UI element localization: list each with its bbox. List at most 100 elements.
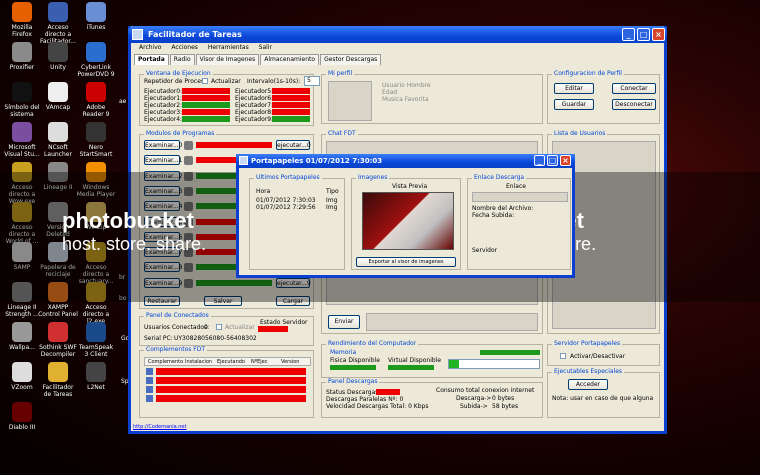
desktop-icon[interactable]: Acceso directo a Facilitador... — [38, 2, 78, 45]
desktop-icon[interactable]: VAmcap — [38, 82, 78, 111]
memoria-label: Memoria — [330, 349, 357, 356]
plugins-column-header[interactable]: Instalacion — [185, 359, 212, 365]
enlace-field[interactable] — [472, 192, 568, 202]
app-icon — [132, 29, 143, 40]
virtual-label: Virtual Disponible — [388, 357, 442, 364]
desktop-icon-label: L2Net — [87, 384, 105, 391]
desktop-icon-label: iTunes — [86, 24, 106, 31]
plugins-column-header[interactable]: NºEjec — [251, 359, 267, 365]
plugin-icon — [146, 395, 153, 402]
plugins-column-header[interactable]: Complemento — [148, 359, 183, 365]
menu-archivo[interactable]: Archivo — [139, 44, 161, 51]
tab-portada[interactable]: Portada — [134, 54, 169, 65]
desktop-partial-label[interactable]: ae — [119, 98, 126, 105]
desktop-icon-label: NCsoft Launcher — [44, 144, 72, 158]
exportar-button[interactable]: Exportar al visor de imagenes — [356, 257, 456, 267]
desktop-icon[interactable]: Nero StartSmart — [76, 122, 116, 158]
desktop-icon-graphic — [12, 2, 32, 22]
serial-value: UY30828056080-56408302 — [174, 335, 257, 342]
desconectar-button[interactable]: Desconectar — [612, 99, 656, 110]
desktop-icon[interactable]: iTunes — [76, 2, 116, 31]
desktop-icon[interactable]: CyberLink PowerDVD 9 — [76, 42, 116, 78]
exec-panel-title: Ventana de Ejecucion — [144, 70, 213, 77]
maximize-button[interactable]: □ — [637, 28, 650, 41]
vista-previa-label: Vista Previa — [392, 183, 428, 190]
plugin-row-bar — [156, 386, 306, 393]
enviar-button[interactable]: Enviar — [328, 315, 360, 329]
history-hora[interactable]: 01/07/2012 7:29:56 — [256, 204, 316, 211]
tab-radio[interactable]: Radio — [169, 54, 195, 65]
desktop-icon[interactable]: Wallpa... — [2, 322, 42, 351]
editar-button[interactable]: Editar — [554, 83, 594, 94]
module-status — [196, 142, 272, 148]
activar-checkbox[interactable] — [560, 353, 566, 359]
watermark-logo-text: photobucket — [62, 208, 194, 233]
actualizar-conectados-checkbox[interactable] — [216, 324, 222, 330]
desktop-icon-graphic — [86, 122, 106, 142]
desktop-icon[interactable]: Símbolo del sistema — [2, 82, 42, 118]
desktop-icon-label: Lineage II Strength ... — [5, 304, 39, 318]
window-titlebar[interactable]: Facilitador de Tareas _ □ × — [128, 26, 667, 43]
desktop-icon[interactable]: Sothink SWF Decompiler — [38, 322, 78, 358]
desktop-icon[interactable]: Microsoft Visual Stu... — [2, 122, 42, 158]
desktop-icon-label: Proxifier — [9, 64, 35, 71]
desktop-icon-graphic — [48, 122, 68, 142]
performance-title: Rendimiento del Computador — [326, 340, 419, 347]
desktop-icon-graphic — [86, 82, 106, 102]
actualizar-checkbox[interactable] — [202, 78, 208, 84]
velocidad-label: Velocidad Descargas Total: 0 Kbps — [326, 403, 429, 410]
desktop-icon[interactable]: Mozilla Firefox — [2, 2, 42, 38]
acceder-button[interactable]: Acceder — [568, 379, 608, 390]
menu-acciones[interactable]: Acciones — [171, 44, 198, 51]
module-icon — [184, 156, 193, 166]
intervalo-input[interactable]: 5 — [304, 76, 320, 86]
desktop-icon[interactable]: VZoom — [2, 362, 42, 391]
minimize-button[interactable]: _ — [622, 28, 635, 41]
images-title: Imagenes — [356, 174, 390, 181]
guardar-button[interactable]: Guardar — [554, 99, 594, 110]
ejecutador-status — [182, 116, 230, 122]
close-button[interactable]: × — [652, 28, 665, 41]
consumo-label: Consumo total conexion internet — [436, 387, 535, 394]
plugins-panel: Complementos FDT Complemento Instalacion E… — [139, 346, 314, 418]
chat-input[interactable] — [366, 313, 538, 331]
tab-visor-imagenes[interactable]: Visor de Imagenes — [195, 54, 260, 65]
ejecutador-label: Ejecutador0: — [144, 88, 183, 95]
servidor-label: Servidor — [472, 247, 498, 254]
desktop-icon[interactable]: L2Net — [76, 362, 116, 391]
edad-label: Edad — [382, 89, 398, 96]
ejecutador-label: Ejecutador1: — [144, 95, 183, 102]
plugins-column-header[interactable]: Ejecutando — [217, 359, 245, 365]
plugins-column-header[interactable]: Version — [281, 359, 299, 365]
actualizar-label: Actualizar — [211, 78, 241, 85]
ejecutador-label: Ejecutador2: — [144, 102, 183, 109]
examinar-button[interactable]: Examinar...1 — [144, 155, 182, 166]
tab-almacenamiento[interactable]: Almacenamiento — [260, 54, 320, 65]
clipboard-popup: Portapapeles 01/07/2012 7:30:03 _ □ × Ul… — [236, 154, 575, 278]
clipboard-server-title: Servidor Portapapeles — [552, 340, 623, 347]
ejecutar-0-button[interactable]: ejecutar...0 — [276, 140, 311, 150]
popup-minimize-button[interactable]: _ — [534, 155, 545, 166]
examinar-button[interactable]: Examinar...0 — [144, 140, 182, 150]
popup-close-button[interactable]: × — [560, 155, 571, 166]
desktop-icon[interactable]: NCsoft Launcher — [38, 122, 78, 158]
desktop-icon[interactable]: Adobe Reader 9 — [76, 82, 116, 118]
menu-herramientas[interactable]: Herramientas — [208, 44, 249, 51]
nota-label: Nota: usar en caso de que alguna — [552, 395, 654, 402]
history-hora[interactable]: 01/07/2012 7:30:03 — [256, 197, 316, 204]
conectar-button[interactable]: Conectar — [612, 83, 656, 94]
status-link[interactable]: http://Codemania.net — [131, 424, 664, 431]
watermark-slogan: host. store. share. — [62, 234, 207, 254]
tab-gestor-descargas[interactable]: Gestor Descargas — [320, 54, 382, 65]
avatar — [328, 81, 372, 121]
popup-titlebar[interactable]: Portapapeles 01/07/2012 7:30:03 _ □ × — [236, 154, 575, 168]
desktop-icon[interactable]: Unity — [38, 42, 78, 71]
popup-maximize-button[interactable]: □ — [547, 155, 558, 166]
desktop-icon[interactable]: Proxifier — [2, 42, 42, 71]
menu-salir[interactable]: Salir — [259, 44, 272, 51]
desktop-icon[interactable]: TeamSpeak 3 Client — [76, 322, 116, 358]
profile-title: Mi perfil — [326, 70, 355, 77]
desktop-icon[interactable]: Facilitador de Tareas — [38, 362, 78, 398]
popup-title: Portapapeles 01/07/2012 7:30:03 — [251, 157, 383, 165]
desktop-icon[interactable]: Diablo III — [2, 402, 42, 431]
